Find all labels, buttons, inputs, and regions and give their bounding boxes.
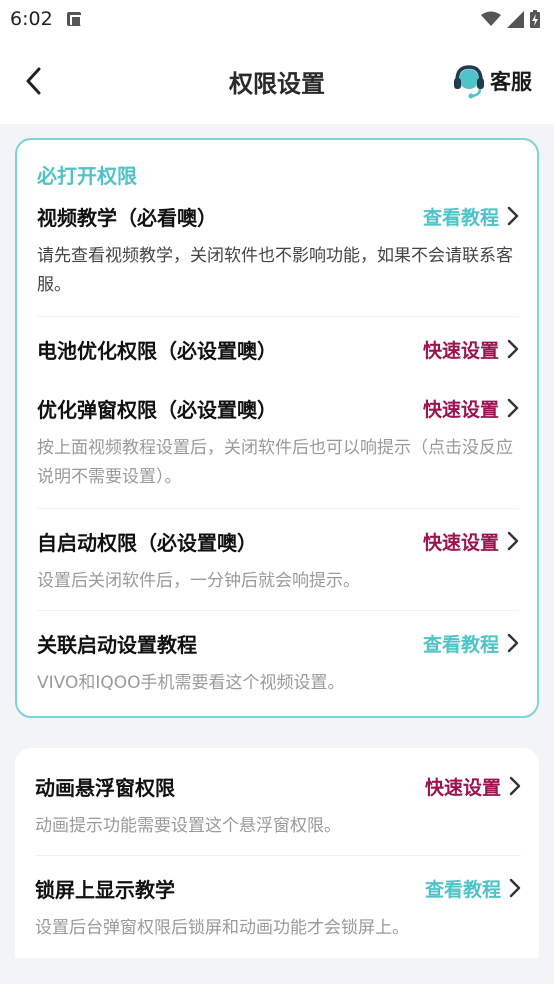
chevron-right-icon xyxy=(507,531,519,551)
notification-a-icon xyxy=(66,12,82,26)
status-right xyxy=(481,10,540,28)
quick-setup-button[interactable]: 快速设置 xyxy=(423,395,519,422)
chevron-right-icon xyxy=(507,206,519,226)
status-bar: 6:02 xyxy=(0,0,554,38)
row-battery-optimization: 电池优化权限（必设置噢） 快速设置 xyxy=(37,317,519,367)
required-permissions-card: 必打开权限 视频教学（必看噢） 查看教程 请先查看视频教学，关闭软件也不影响功能… xyxy=(15,138,539,718)
row-title: 优化弹窗权限（必设置噢） xyxy=(37,397,277,422)
customer-service-label: 客服 xyxy=(490,70,532,94)
row-head: 电池优化权限（必设置噢） 快速设置 xyxy=(37,331,519,367)
row-linked-start: 关联启动设置教程 查看教程 VIVO和IQOO手机需要看这个视频设置。 xyxy=(37,611,519,716)
chevron-right-icon xyxy=(507,398,519,418)
row-head: 视频教学（必看噢） 查看教程 xyxy=(37,198,519,234)
quick-setup-button[interactable]: 快速设置 xyxy=(423,336,519,363)
action-label: 快速设置 xyxy=(424,776,501,799)
section-title: 必打开权限 xyxy=(37,164,137,188)
action-label: 查看教程 xyxy=(422,633,499,656)
action-label: 快速设置 xyxy=(422,339,499,362)
view-tutorial-button[interactable]: 查看教程 xyxy=(423,203,519,230)
battery-charging-icon xyxy=(530,10,540,28)
row-popup-permission: 优化弹窗权限（必设置噢） 快速设置 按上面视频教程设置后，关闭软件后也可以响提示… xyxy=(37,367,519,508)
row-lockscreen-tutorial: 锁屏上显示教学 查看教程 设置后台弹窗权限后锁屏和动画功能才会锁屏上。 xyxy=(35,856,521,943)
headset-icon xyxy=(454,65,484,99)
row-description: 请先查看视频教学，关闭软件也不影响功能，如果不会请联系客服。 xyxy=(37,246,513,295)
action-label: 快速设置 xyxy=(422,398,499,421)
app-header: 权限设置 客服 xyxy=(0,38,554,124)
row-description: 动画提示功能需要设置这个悬浮窗权限。 xyxy=(35,816,341,836)
action-label: 快速设置 xyxy=(422,531,499,554)
content: 必打开权限 视频教学（必看噢） 查看教程 请先查看视频教学，关闭软件也不影响功能… xyxy=(0,124,554,958)
quick-setup-button[interactable]: 快速设置 xyxy=(425,773,521,800)
back-button[interactable] xyxy=(24,61,54,101)
chevron-right-icon xyxy=(509,878,521,898)
action-label: 查看教程 xyxy=(424,878,501,901)
view-tutorial-button[interactable]: 查看教程 xyxy=(425,875,521,902)
chevron-right-icon xyxy=(507,339,519,359)
row-autostart: 自启动权限（必设置噢） 快速设置 设置后关闭软件后，一分钟后就会响提示。 xyxy=(37,509,519,610)
back-arrow-icon xyxy=(26,67,41,95)
row-title: 电池优化权限（必设置噢） xyxy=(37,338,277,363)
row-head: 优化弹窗权限（必设置噢） 快速设置 xyxy=(37,390,519,426)
row-description: 设置后台弹窗权限后锁屏和动画功能才会锁屏上。 xyxy=(35,918,409,938)
row-head: 关联启动设置教程 查看教程 xyxy=(37,625,519,661)
quick-setup-button[interactable]: 快速设置 xyxy=(423,528,519,555)
action-label: 查看教程 xyxy=(422,206,499,229)
row-description: 按上面视频教程设置后，关闭软件后也可以响提示（点击没反应说明不需要设置）。 xyxy=(37,438,513,487)
row-title: 关联启动设置教程 xyxy=(37,632,197,657)
optional-permissions-card: 动画悬浮窗权限 快速设置 动画提示功能需要设置这个悬浮窗权限。 锁屏上显示教学 … xyxy=(15,748,539,958)
row-title: 自启动权限（必设置噢） xyxy=(37,530,257,555)
wifi-icon xyxy=(481,11,501,26)
row-head: 锁屏上显示教学 查看教程 xyxy=(35,870,521,906)
row-floating-window: 动画悬浮窗权限 快速设置 动画提示功能需要设置这个悬浮窗权限。 xyxy=(35,748,521,855)
row-description: VIVO和IQOO手机需要看这个视频设置。 xyxy=(37,673,345,693)
customer-service-button[interactable]: 客服 xyxy=(452,63,532,99)
chevron-right-icon xyxy=(507,633,519,653)
row-description: 设置后关闭软件后，一分钟后就会响提示。 xyxy=(37,571,360,591)
status-left: 6:02 xyxy=(10,8,82,30)
row-title: 锁屏上显示教学 xyxy=(35,877,175,902)
row-head: 动画悬浮窗权限 快速设置 xyxy=(35,768,521,804)
status-time: 6:02 xyxy=(10,8,53,30)
chevron-right-icon xyxy=(509,776,521,796)
row-head: 自启动权限（必设置噢） 快速设置 xyxy=(37,523,519,559)
view-tutorial-button[interactable]: 查看教程 xyxy=(423,630,519,657)
row-title: 动画悬浮窗权限 xyxy=(35,775,175,800)
signal-icon xyxy=(507,10,524,28)
row-title: 视频教学（必看噢） xyxy=(37,205,217,230)
row-video-tutorial: 视频教学（必看噢） 查看教程 请先查看视频教学，关闭软件也不影响功能，如果不会请… xyxy=(37,198,519,316)
